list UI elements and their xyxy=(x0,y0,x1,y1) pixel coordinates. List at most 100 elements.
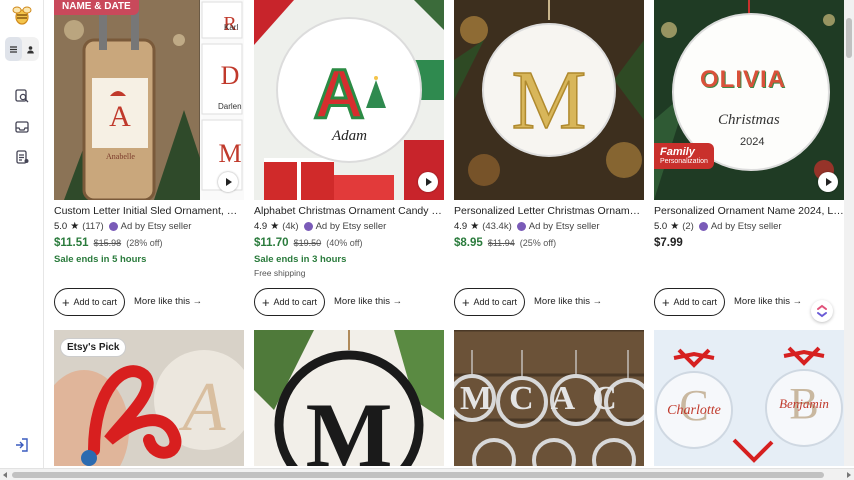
plus-icon: + xyxy=(461,294,470,310)
sale-ends-text: Sale ends in 3 hours xyxy=(254,254,347,265)
etsy-ad-icon xyxy=(303,222,313,231)
family-personalization-tag: Family Personalization xyxy=(654,143,714,169)
horizontal-scroll-thumb[interactable] xyxy=(12,472,824,478)
discount: (28% off) xyxy=(126,238,163,248)
price-row: $11.51 $15.98 (28% off) xyxy=(54,237,163,249)
ad-label: Ad by Etsy seller xyxy=(710,221,782,232)
tag-line-1: Family xyxy=(660,146,695,158)
product-title[interactable]: Custom Letter Initial Sled Ornament, Per… xyxy=(54,205,244,217)
original-price: $19.50 xyxy=(293,238,322,248)
free-shipping-text: Free shipping xyxy=(254,268,306,278)
product-image[interactable]: A Adam xyxy=(254,0,444,200)
sale-price: $8.95 xyxy=(454,237,483,249)
ornament-letters: MCAC xyxy=(460,380,634,417)
arrow-right-icon: → xyxy=(192,296,203,307)
ad-label: Ad by Etsy seller xyxy=(315,221,387,232)
product-image[interactable]: C B Charlotte Benjamin xyxy=(654,330,844,466)
assistant-widget-button[interactable] xyxy=(811,300,833,322)
price-row: $7.99 xyxy=(654,237,683,249)
left-sidebar xyxy=(0,0,44,480)
product-image[interactable]: A Etsy's Pick xyxy=(54,330,244,466)
etsy-ad-icon xyxy=(108,222,118,231)
svg-text:M: M xyxy=(512,54,587,147)
original-price: $11.94 xyxy=(487,238,515,248)
review-count: (117) xyxy=(82,221,104,232)
star-icon: ★ xyxy=(470,221,480,232)
more-like-this-link[interactable]: More like this → xyxy=(534,296,602,307)
add-to-cart-button[interactable]: + Add to cart xyxy=(254,288,325,316)
product-image[interactable]: A R D M NAME & DATE Anabelle Karl Darlen xyxy=(54,0,244,200)
play-video-button[interactable] xyxy=(218,172,238,192)
rating-row: 4.9 ★ (4k) Ad by Etsy seller xyxy=(254,221,386,232)
ornament-name: Anabelle xyxy=(106,152,135,161)
more-like-this-link[interactable]: More like this → xyxy=(134,296,202,307)
more-like-this-link[interactable]: More like this → xyxy=(734,296,802,307)
svg-text:D: D xyxy=(221,61,240,90)
product-title[interactable]: Personalized Letter Christmas Ornament, … xyxy=(454,205,644,217)
star-icon: ★ xyxy=(270,221,280,232)
play-video-button[interactable] xyxy=(418,172,438,192)
product-grid: A R D M NAME & DATE Anabelle Karl Darlen… xyxy=(54,0,844,466)
more-like-this-link[interactable]: More like this → xyxy=(334,296,402,307)
user-icon[interactable] xyxy=(22,37,39,61)
more-like-this-label: More like this xyxy=(334,296,390,307)
vertical-scroll-thumb[interactable] xyxy=(846,18,852,58)
more-like-this-label: More like this xyxy=(134,296,190,307)
arrow-right-icon: → xyxy=(792,296,803,307)
star-icon: ★ xyxy=(670,221,680,232)
product-image[interactable]: M xyxy=(254,330,444,466)
rating-row: 4.9 ★ (43.4k) Ad by Etsy seller xyxy=(454,221,600,232)
play-video-button[interactable] xyxy=(818,172,838,192)
scroll-right-icon[interactable] xyxy=(847,472,851,478)
tag-line-2: Personalization xyxy=(660,158,708,166)
ornament-name-2: Benjamin xyxy=(779,396,829,411)
ornament-line-2: Christmas xyxy=(718,112,780,128)
add-to-cart-button[interactable]: + Add to cart xyxy=(654,288,725,316)
arrow-right-icon: → xyxy=(392,296,403,307)
search-page-icon[interactable] xyxy=(14,88,30,104)
original-price: $15.98 xyxy=(93,238,122,248)
rating-score: 5.0 xyxy=(54,221,68,232)
rating-score: 4.9 xyxy=(254,221,268,232)
vertical-scrollbar[interactable] xyxy=(844,0,854,466)
name-date-badge: NAME & DATE xyxy=(54,0,139,15)
rating-row: 5.0 ★ (2) Ad by Etsy seller xyxy=(654,221,782,232)
product-title[interactable]: Alphabet Christmas Ornament Candy Cane, … xyxy=(254,205,444,217)
inbox-icon[interactable] xyxy=(14,119,30,135)
price: $7.99 xyxy=(654,237,683,249)
svg-text:M: M xyxy=(218,139,241,168)
sale-price: $11.70 xyxy=(254,237,289,249)
product-image[interactable]: MCAC xyxy=(454,330,644,466)
product-title[interactable]: Personalized Ornament Name 2024, Letter … xyxy=(654,205,844,217)
ornament-name: OLIVIA xyxy=(700,66,787,93)
plus-icon: + xyxy=(661,294,670,310)
view-toggle[interactable] xyxy=(5,37,39,61)
menu-icon[interactable] xyxy=(5,37,22,61)
discount: (25% off) xyxy=(519,238,557,248)
review-count: (43.4k) xyxy=(482,221,512,232)
login-icon[interactable] xyxy=(14,437,30,453)
product-image[interactable]: OLIVIA Christmas 2024 Family Personaliza… xyxy=(654,0,844,200)
rating-row: 5.0 ★ (117) Ad by Etsy seller xyxy=(54,221,191,232)
bee-logo-icon[interactable] xyxy=(11,4,33,26)
add-to-cart-label: Add to cart xyxy=(673,297,718,307)
ornament-year: 2024 xyxy=(740,136,765,148)
price-row: $11.70 $19.50 (40% off) xyxy=(254,237,363,249)
add-to-cart-button[interactable]: + Add to cart xyxy=(54,288,125,316)
price-row: $8.95 $11.94 (25% off) xyxy=(454,237,556,249)
ad-label: Ad by Etsy seller xyxy=(120,221,192,232)
clipboard-icon[interactable] xyxy=(14,149,30,165)
plus-icon: + xyxy=(61,294,70,310)
side-name-2: Darlen xyxy=(218,102,242,111)
horizontal-scrollbar[interactable] xyxy=(0,468,854,480)
side-name-1: Karl xyxy=(224,23,239,32)
scroll-left-icon[interactable] xyxy=(3,472,7,478)
etsy-ad-icon xyxy=(698,222,708,231)
etsys-pick-badge: Etsy's Pick xyxy=(60,338,127,357)
add-to-cart-label: Add to cart xyxy=(473,297,518,307)
sale-ends-text: Sale ends in 5 hours xyxy=(54,254,147,265)
more-like-this-label: More like this xyxy=(534,296,590,307)
sale-price: $11.51 xyxy=(54,237,89,249)
product-image[interactable]: M xyxy=(454,0,644,200)
add-to-cart-button[interactable]: + Add to cart xyxy=(454,288,525,316)
